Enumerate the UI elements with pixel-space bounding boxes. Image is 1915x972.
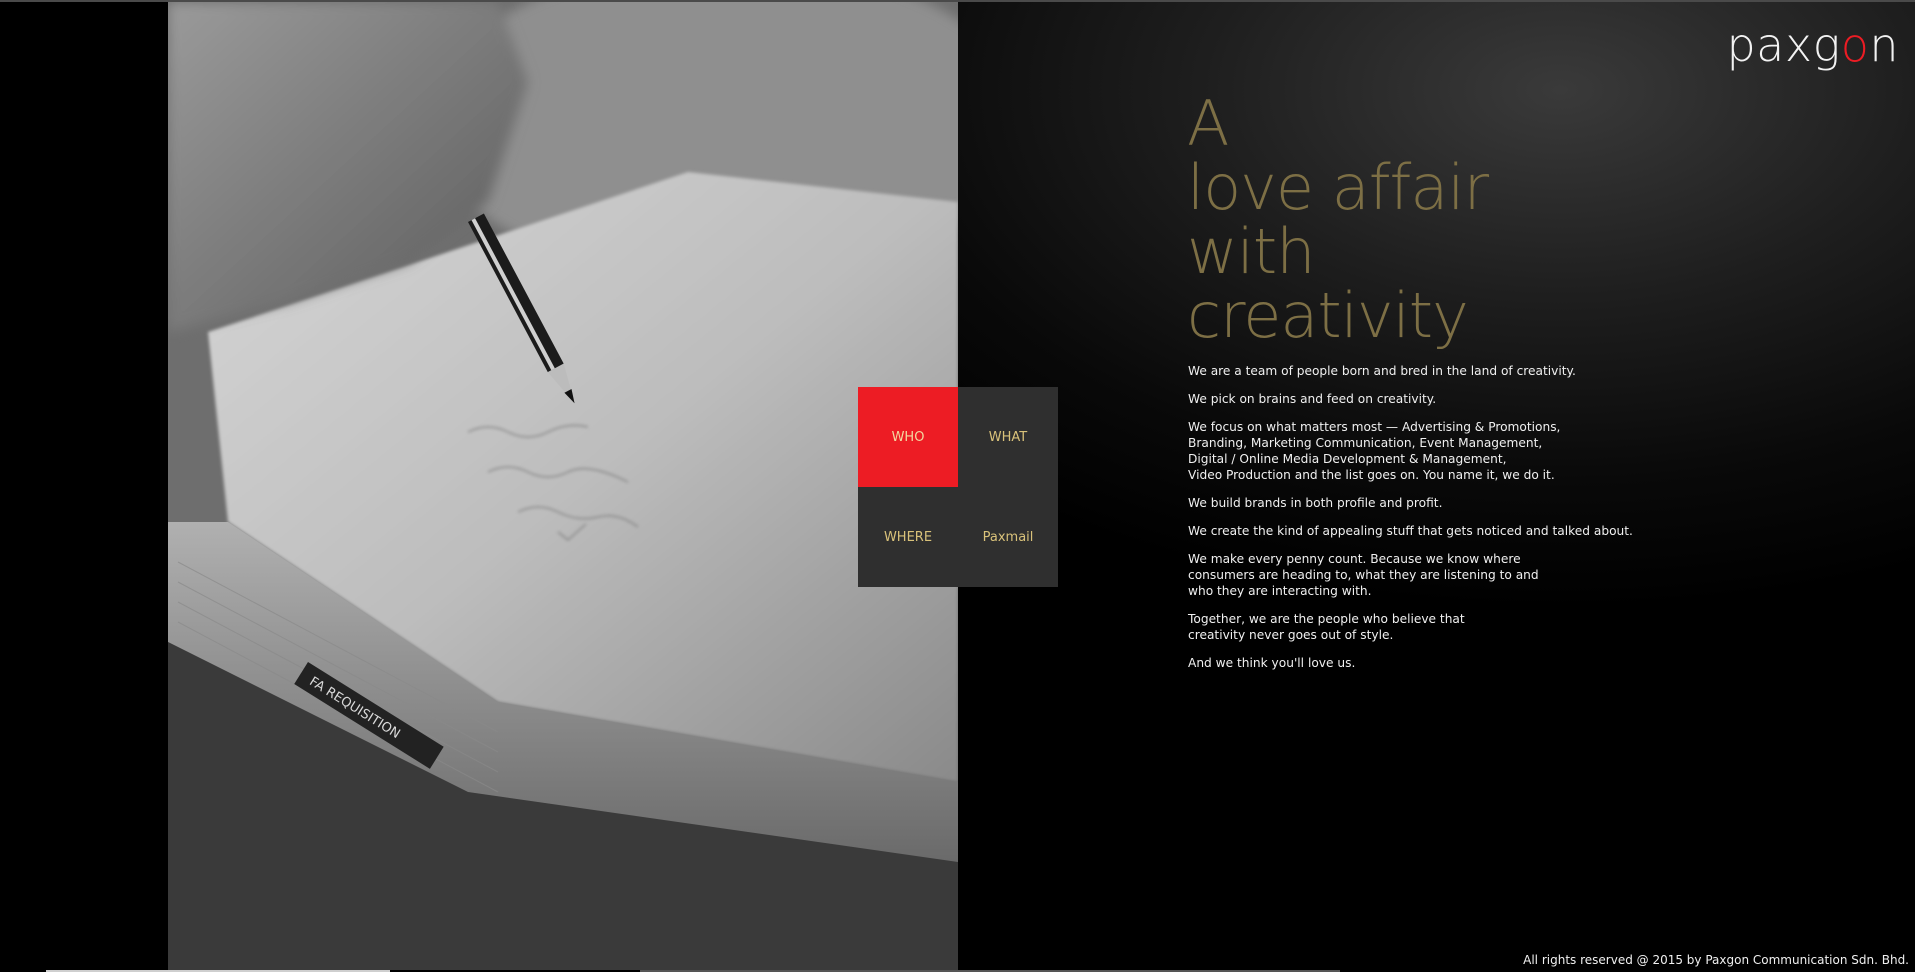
about-paragraph: We are a team of people born and bred in…: [1188, 364, 1576, 378]
logo-text-end: n: [1869, 18, 1899, 72]
about-paragraph: Together, we are the people who believe …: [1188, 612, 1465, 642]
paxgon-logo[interactable]: paxgon: [1726, 18, 1899, 72]
nav-who[interactable]: WHO: [858, 387, 958, 487]
copyright-footer: All rights reserved @ 2015 by Paxgon Com…: [1523, 953, 1909, 967]
nav-where[interactable]: WHERE: [858, 487, 958, 587]
headline-line: A: [1187, 87, 1229, 160]
nav-paxmail[interactable]: Paxmail: [958, 487, 1058, 587]
about-paragraph: We make every penny count. Because we kn…: [1188, 552, 1539, 598]
main-nav: WHO WHAT WHERE Paxmail: [858, 387, 1058, 587]
headline-line: creativity: [1187, 279, 1469, 352]
logo-text-accent: o: [1840, 18, 1870, 72]
about-paragraph: We build brands in both profile and prof…: [1188, 496, 1443, 510]
logo-text-start: paxg: [1726, 18, 1841, 72]
hero-photo: FA REQUISITION: [168, 2, 958, 970]
page-headline: A love affair with creativity: [1187, 92, 1587, 348]
nav-what[interactable]: WHAT: [958, 387, 1058, 487]
about-paragraph: We create the kind of appealing stuff th…: [1188, 524, 1633, 538]
headline-line: with: [1187, 215, 1316, 288]
headline-line: love affair: [1187, 151, 1489, 224]
hero-photo-illustration: FA REQUISITION: [168, 2, 958, 970]
about-paragraph: We pick on brains and feed on creativity…: [1188, 392, 1437, 406]
page: FA REQUISITION WHO WHAT WHERE Paxmail pa…: [0, 0, 1915, 972]
about-paragraph: We focus on what matters most — Advertis…: [1188, 420, 1561, 482]
about-paragraph: And we think you'll love us.: [1188, 656, 1356, 670]
about-copy: We are a team of people born and bred in…: [1188, 363, 1648, 683]
